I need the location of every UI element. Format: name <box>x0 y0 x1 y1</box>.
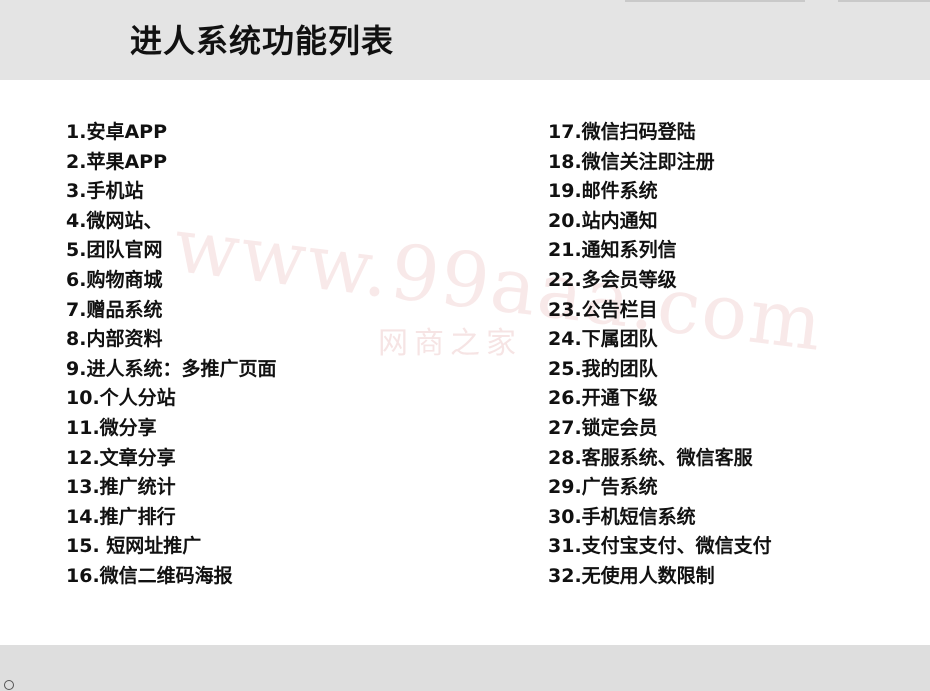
top-edge-strip <box>625 0 805 2</box>
footer-band <box>0 645 930 691</box>
feature-item: 7.赠品系统 <box>66 298 163 321</box>
feature-item: 13.推广统计 <box>66 476 176 499</box>
feature-item: 25.我的团队 <box>548 357 658 380</box>
feature-item: 4.微网站、 <box>66 209 163 232</box>
feature-list-left: 1.安卓APP 2.苹果APP 3.手机站 4.微网站、 5.团队官网 6.购物… <box>66 118 276 592</box>
feature-item: 1.安卓APP <box>66 121 167 143</box>
feature-item: 28.客服系统、微信客服 <box>548 446 753 469</box>
feature-item: 29.广告系统 <box>548 476 658 499</box>
feature-item: 6.购物商城 <box>66 268 163 291</box>
feature-item: 23.公告栏目 <box>548 298 658 321</box>
page-title: 进人系统功能列表 <box>130 22 395 60</box>
feature-item: 11.微分享 <box>66 416 157 439</box>
feature-item: 21.通知系列信 <box>548 239 677 262</box>
feature-item: 18.微信关注即注册 <box>548 150 715 173</box>
feature-item: 31.支付宝支付、微信支付 <box>548 535 772 558</box>
feature-item: 20.站内通知 <box>548 209 658 232</box>
feature-item: 27.锁定会员 <box>548 416 658 439</box>
feature-item: 15. 短网址推广 <box>66 535 202 558</box>
watermark-text: 网商之家 <box>378 326 522 361</box>
feature-item: 10.个人分站 <box>66 387 176 410</box>
feature-item: 26.开通下级 <box>548 387 658 410</box>
feature-item: 22.多会员等级 <box>548 268 677 291</box>
feature-item: 14.推广排行 <box>66 505 176 528</box>
feature-item: 30.手机短信系统 <box>548 505 696 528</box>
feature-item: 2.苹果APP <box>66 150 167 173</box>
feature-item: 3.手机站 <box>66 180 144 203</box>
circle-icon <box>4 680 14 690</box>
feature-item: 32.无使用人数限制 <box>548 564 715 587</box>
feature-item: 9.进人系统：多推广页面 <box>66 357 277 380</box>
feature-item: 5.团队官网 <box>66 239 163 262</box>
feature-list-right: 17.微信扫码登陆 18.微信关注即注册 19.邮件系统 20.站内通知 21.… <box>548 118 772 592</box>
feature-item: 24.下属团队 <box>548 328 658 351</box>
feature-item: 16.微信二维码海报 <box>66 564 233 587</box>
feature-item: 17.微信扫码登陆 <box>548 121 696 143</box>
feature-item: 19.邮件系统 <box>548 180 658 203</box>
feature-item: 8.内部资料 <box>66 328 163 351</box>
top-edge-strip <box>838 0 930 2</box>
feature-item: 12.文章分享 <box>66 446 176 469</box>
